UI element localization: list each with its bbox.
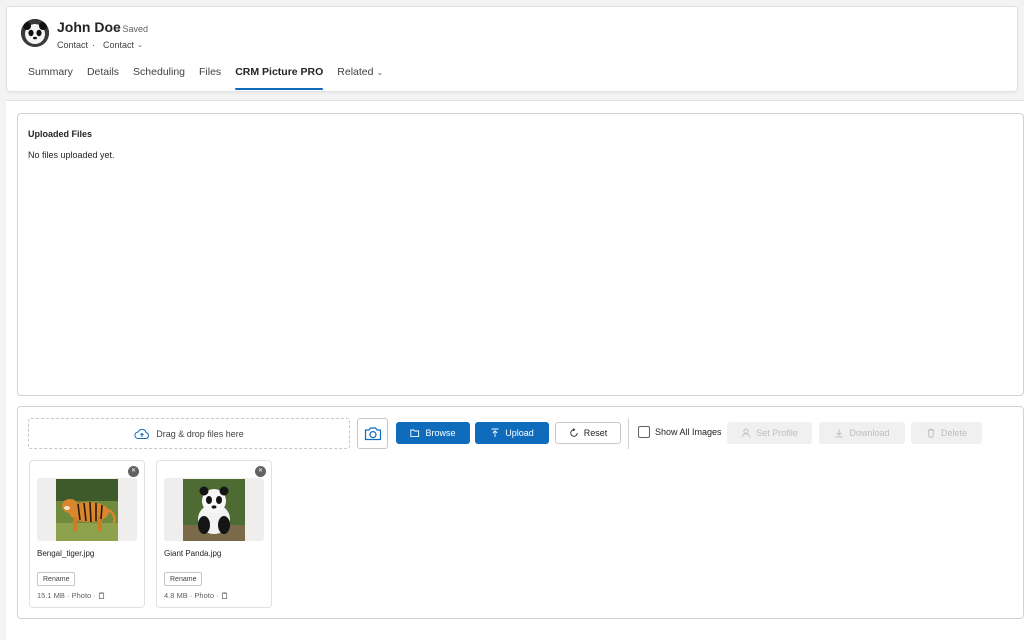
tab-crm-picture-pro[interactable]: CRM Picture PRO — [228, 63, 330, 93]
set-profile-button[interactable]: Set Profile — [727, 422, 812, 444]
main-area: Uploaded Files No files uploaded yet. Dr… — [6, 100, 1024, 640]
chevron-down-icon: ⌄ — [376, 68, 384, 77]
show-all-images-label: Show All Images — [655, 427, 722, 437]
tab-details[interactable]: Details — [80, 63, 126, 93]
tab-label: Scheduling — [133, 66, 186, 78]
camera-button[interactable] — [357, 418, 388, 449]
avatar[interactable] — [21, 19, 49, 47]
reset-button[interactable]: Reset — [555, 422, 621, 444]
tab-label: CRM Picture PRO — [235, 66, 324, 78]
image-file-name: Bengal_tiger.jpg — [37, 549, 95, 558]
chevron-down-icon: ⌄ — [137, 42, 143, 49]
image-card-giant-panda[interactable]: ✕ Giant Panda.jpg Rename 4.8 MB · Photo … — [156, 460, 272, 608]
tab-label: Files — [199, 66, 222, 78]
tiger-thumbnail[interactable] — [56, 478, 118, 541]
tab-label: Details — [86, 66, 120, 78]
form-selector-label: Contact — [103, 40, 135, 50]
delete-label: Delete — [940, 428, 967, 438]
rename-label: Rename — [43, 575, 70, 583]
delete-button[interactable]: Delete — [911, 422, 982, 444]
entity-type: Contact — [57, 40, 89, 50]
record-header: John Doe - Saved Contact · Contact ⌄ Sum… — [6, 6, 1018, 92]
tab-label: Summary — [28, 66, 73, 78]
download-icon — [835, 429, 843, 438]
entity-row: Contact · Contact ⌄ — [57, 40, 143, 50]
saved-status: - Saved — [117, 24, 149, 34]
tab-label: Related — [337, 66, 374, 78]
tab-files[interactable]: Files — [192, 63, 228, 93]
upload-arrow-icon — [491, 428, 499, 437]
rename-button[interactable]: Rename — [37, 572, 76, 586]
form-selector[interactable]: Contact ⌄ — [103, 40, 143, 50]
person-icon — [742, 428, 751, 438]
drag-drop-zone[interactable]: Drag & drop files here — [28, 418, 350, 449]
picture-control-panel: Drag & drop files here Browse Upload Res… — [17, 406, 1024, 619]
folder-open-icon — [410, 429, 420, 437]
rename-label: Rename — [170, 575, 197, 583]
download-button[interactable]: Download — [819, 422, 905, 444]
refresh-icon — [570, 428, 578, 437]
remove-image-icon[interactable]: ✕ — [128, 466, 139, 477]
uploaded-files-panel: Uploaded Files No files uploaded yet. — [17, 113, 1024, 396]
upload-button[interactable]: Upload — [475, 422, 549, 444]
image-meta: 15.1 MB · Photo · — [37, 591, 105, 600]
remove-image-icon[interactable]: ✕ — [255, 466, 266, 477]
image-meta-text: 4.8 MB · Photo · — [164, 591, 219, 600]
set-profile-label: Set Profile — [756, 428, 798, 438]
image-meta: 4.8 MB · Photo · — [164, 591, 228, 600]
toolbar-divider — [628, 418, 629, 449]
tab-related[interactable]: Related ⌄ — [330, 63, 390, 93]
entity-separator: · — [92, 40, 96, 50]
browse-label: Browse — [425, 428, 456, 438]
camera-icon — [364, 427, 381, 441]
rename-button[interactable]: Rename — [164, 572, 203, 586]
image-thumbnail-frame — [37, 478, 137, 541]
uploaded-files-title: Uploaded Files — [28, 129, 93, 139]
clipboard-icon — [221, 592, 227, 599]
image-card-bengal-tiger[interactable]: ✕ Bengal_tiger.jpg Rename 15.1 MB · Phot… — [29, 460, 145, 608]
trash-icon — [927, 428, 935, 438]
tab-summary[interactable]: Summary — [21, 63, 80, 93]
uploaded-files-empty-message: No files uploaded yet. — [28, 150, 115, 160]
cloud-upload-icon — [134, 428, 150, 439]
download-label: Download — [849, 428, 890, 438]
tab-scheduling[interactable]: Scheduling — [126, 63, 192, 93]
image-thumbnail-frame — [164, 478, 264, 541]
reset-label: Reset — [583, 428, 608, 438]
panda-avatar-icon — [21, 19, 49, 47]
clipboard-icon — [98, 592, 104, 599]
image-meta-text: 15.1 MB · Photo · — [37, 591, 96, 600]
browse-button[interactable]: Browse — [396, 422, 470, 444]
panda-thumbnail[interactable] — [183, 478, 245, 541]
upload-label: Upload — [505, 428, 534, 438]
drag-drop-label: Drag & drop files here — [156, 428, 244, 439]
tab-bar: Summary Details Scheduling Files CRM Pic… — [21, 63, 390, 93]
show-all-images-toggle[interactable]: Show All Images — [638, 426, 722, 438]
image-file-name: Giant Panda.jpg — [164, 549, 222, 558]
record-name: John Doe — [57, 19, 121, 35]
show-all-images-checkbox[interactable] — [638, 426, 650, 438]
